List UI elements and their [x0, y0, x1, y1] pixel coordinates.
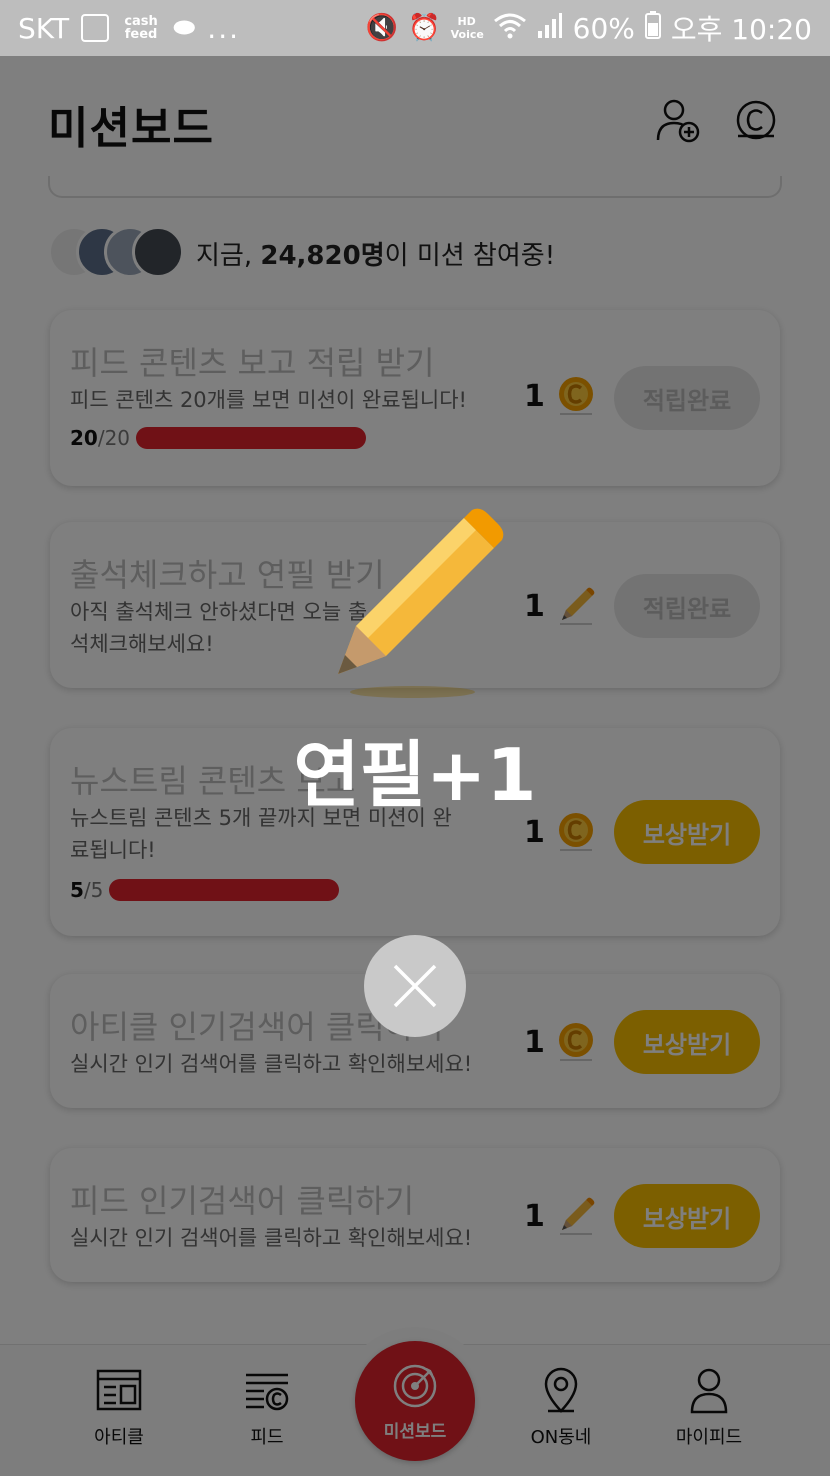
more-notifications: ... [207, 11, 240, 45]
battery-percent: 60% [572, 11, 635, 45]
status-bar: SKT cash feed ⬬ ... 🔇 ⏰ HD Voice 60% 오후 … [0, 0, 830, 56]
carrier-label: SKT [18, 11, 70, 45]
clock: 오후 10:20 [670, 13, 812, 46]
status-right: 🔇 ⏰ HD Voice 60% 오후 10:20 [366, 8, 812, 48]
cash-feed-icon: cash feed [124, 14, 158, 42]
signal-icon [537, 11, 563, 46]
reward-popup-text: 연필+1 [293, 733, 537, 817]
pencil-shadow [350, 686, 475, 698]
close-popup-button[interactable] [364, 935, 466, 1037]
reward-popup: 연필+1 [0, 56, 830, 1476]
pencil-icon [338, 508, 504, 674]
hd-voice-icon: HD Voice [450, 15, 484, 41]
close-icon [393, 964, 437, 1008]
gallery-icon [81, 14, 110, 42]
battery-icon [644, 10, 661, 46]
wifi-icon [493, 11, 527, 46]
mute-icon: 🔇 [365, 13, 399, 43]
status-left: SKT cash feed ⬬ ... [18, 12, 240, 45]
alarm-icon: ⏰ [408, 13, 441, 43]
bandage-icon: ⬬ [173, 12, 196, 43]
